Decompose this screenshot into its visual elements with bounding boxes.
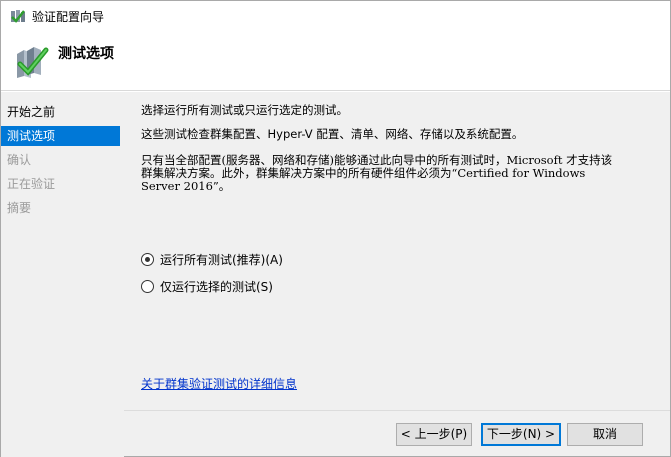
next-button[interactable]: 下一步(N) > bbox=[481, 423, 561, 446]
cancel-button[interactable]: 取消 bbox=[567, 423, 643, 446]
run-selected-tests-label: 仅运行选择的测试(S) bbox=[160, 279, 273, 294]
run-selected-tests-option[interactable]: 仅运行选择的测试(S) bbox=[141, 277, 273, 295]
step-testing-options: 测试选项 bbox=[1, 126, 120, 146]
wizard-footer: < 上一步(P) 下一步(N) > 取消 bbox=[124, 410, 670, 456]
support-statement-line-3: Server 2016”。 bbox=[141, 179, 231, 193]
cluster-manager-icon bbox=[10, 8, 26, 24]
wizard-steps-panel: 开始之前 测试选项 确认 正在验证 摘要 bbox=[1, 92, 124, 457]
run-all-tests-label: 运行所有测试(推荐)(A) bbox=[160, 252, 283, 267]
validation-tests-info-link[interactable]: 关于群集验证测试的详细信息 bbox=[141, 375, 297, 392]
previous-button[interactable]: < 上一步(P) bbox=[396, 423, 472, 446]
wizard-content: 选择运行所有测试或只运行选定的测试。 这些测试检查群集配置、Hyper-V 配置… bbox=[124, 92, 670, 410]
intro-text: 选择运行所有测试或只运行选定的测试。 bbox=[141, 103, 348, 117]
step-validating: 正在验证 bbox=[7, 177, 56, 191]
page-title: 测试选项 bbox=[58, 46, 114, 62]
wizard-window: 验证配置向导 测试选项 开始之前 测试选项 确认 正在验证 摘要 选择运行所有测… bbox=[0, 0, 671, 457]
run-all-tests-radio[interactable] bbox=[141, 252, 154, 266]
validate-cluster-icon bbox=[14, 44, 50, 80]
run-selected-tests-radio[interactable] bbox=[141, 279, 154, 293]
window-title: 验证配置向导 bbox=[32, 10, 105, 24]
step-before-you-begin: 开始之前 bbox=[7, 105, 56, 119]
checks-description: 这些测试检查群集配置、Hyper-V 配置、清单、网络、存储以及系统配置。 bbox=[141, 127, 524, 141]
wizard-header: 测试选项 bbox=[1, 31, 670, 91]
step-summary: 摘要 bbox=[7, 201, 32, 215]
run-all-tests-option[interactable]: 运行所有测试(推荐)(A) bbox=[141, 250, 283, 268]
title-bar: 验证配置向导 bbox=[1, 1, 670, 31]
step-confirmation: 确认 bbox=[7, 153, 32, 167]
